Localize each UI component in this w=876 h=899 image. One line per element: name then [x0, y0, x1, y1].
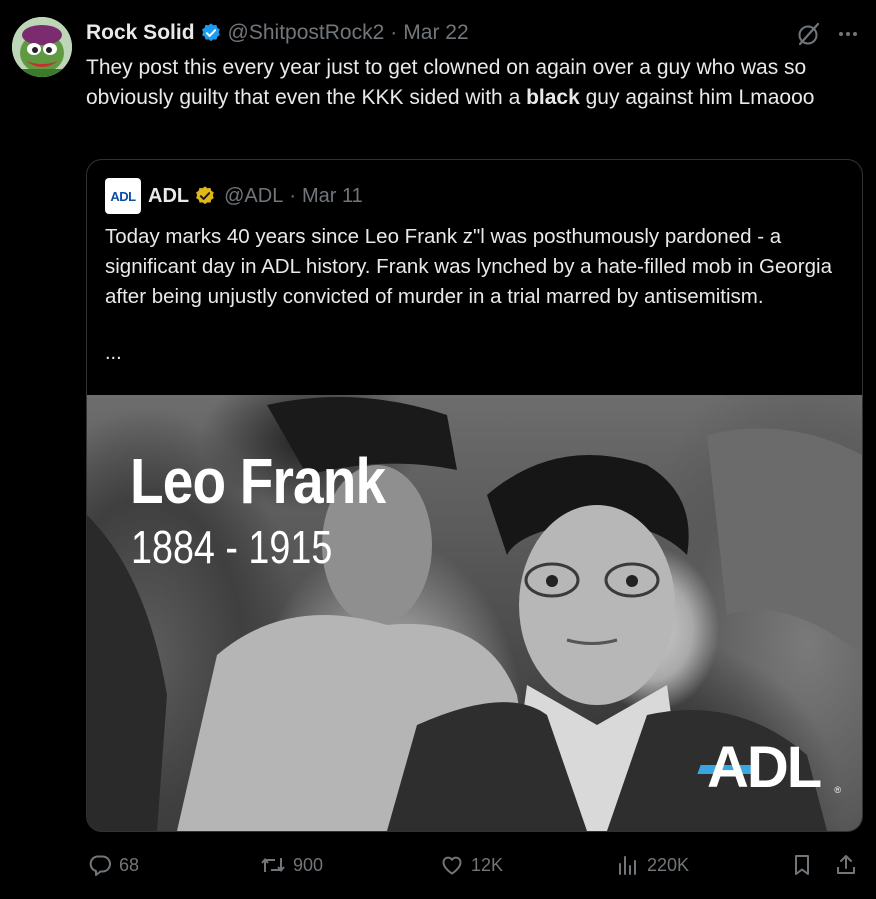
- tweet-header: Rock Solid @ShitpostRock2 · Mar 22: [86, 20, 469, 46]
- quote-header: ADL ADL @ADL · Mar 11: [105, 178, 363, 214]
- quote-handle[interactable]: @ADL: [224, 185, 283, 208]
- quote-show-more[interactable]: ...: [105, 342, 122, 365]
- gold-verified-badge-icon[interactable]: [194, 185, 216, 207]
- tweet-date[interactable]: Mar 22: [403, 21, 468, 45]
- views-button[interactable]: 220K: [616, 848, 689, 882]
- bookmark-button[interactable]: [790, 848, 821, 882]
- share-button[interactable]: [834, 848, 865, 882]
- share-icon: [834, 853, 858, 877]
- like-icon: [440, 853, 464, 877]
- tweet-text: They post this every year just to get cl…: [86, 53, 856, 113]
- reply-button[interactable]: 68: [88, 848, 139, 882]
- registered-mark: ®: [834, 785, 841, 795]
- action-bar: 68 900 12K 220K: [86, 848, 861, 882]
- retweet-count: 900: [293, 854, 324, 875]
- media-title: Leo Frank: [130, 445, 386, 517]
- quote-text: Today marks 40 years since Leo Frank z"l…: [105, 225, 832, 308]
- reply-icon: [88, 853, 112, 877]
- author-display-name[interactable]: Rock Solid: [86, 21, 195, 45]
- retweet-icon: [260, 853, 286, 877]
- tweet-text-bold: black: [526, 86, 580, 109]
- tweet: Rock Solid @ShitpostRock2 · Mar 22 They …: [0, 0, 876, 899]
- retweet-button[interactable]: 900: [260, 848, 323, 882]
- avatar-image: [12, 17, 72, 77]
- view-count: 220K: [647, 854, 690, 875]
- bookmark-icon: [790, 853, 814, 877]
- author-avatar[interactable]: [12, 17, 72, 77]
- adl-logo: ADL ®: [697, 735, 847, 805]
- views-icon: [616, 853, 640, 877]
- like-button[interactable]: 12K: [440, 848, 503, 882]
- reply-count: 68: [119, 854, 140, 875]
- verified-badge-icon[interactable]: [200, 22, 222, 44]
- tweet-text-part: guy against him Lmaooo: [579, 86, 815, 109]
- quote-date[interactable]: Mar 11: [302, 185, 363, 208]
- quote-separator: ·: [289, 184, 296, 207]
- more-icon[interactable]: [834, 20, 862, 48]
- media-years: 1884 - 1915: [131, 521, 333, 573]
- like-count: 12K: [471, 854, 504, 875]
- quote-display-name[interactable]: ADL: [148, 185, 189, 208]
- adl-logo-text: ADL: [707, 735, 822, 800]
- author-handle[interactable]: @ShitpostRock2: [228, 21, 385, 45]
- header-separator: ·: [390, 21, 398, 44]
- quote-avatar-logo: ADL: [110, 188, 136, 204]
- quote-avatar[interactable]: ADL: [105, 178, 141, 214]
- grok-icon[interactable]: [795, 20, 823, 48]
- quote-media-image[interactable]: Leo Frank 1884 - 1915 ADL ®: [87, 395, 862, 831]
- quoted-tweet[interactable]: ADL ADL @ADL · Mar 11 Today marks 40 yea…: [86, 159, 863, 832]
